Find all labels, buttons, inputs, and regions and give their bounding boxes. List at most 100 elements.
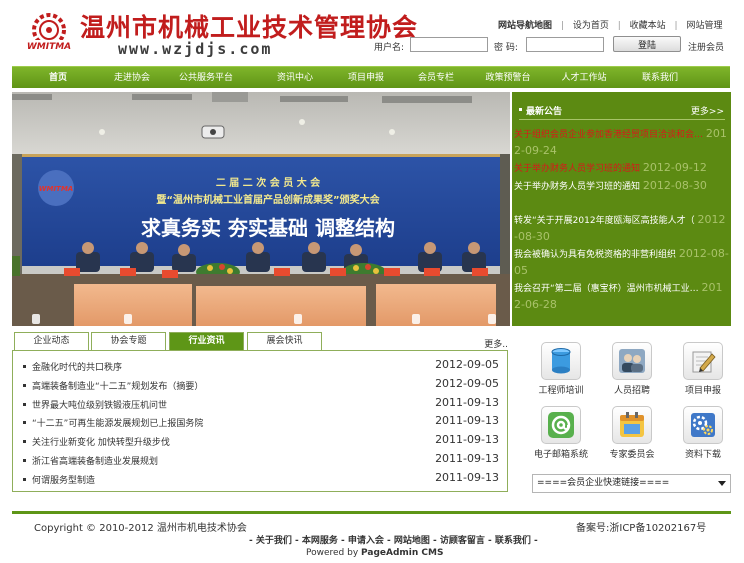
service-label: 工程师培训 (538, 386, 584, 396)
register-link[interactable]: 注册会员 (688, 40, 724, 53)
service-downloads[interactable]: 资料下载 (668, 406, 738, 460)
bullet-icon (23, 384, 26, 387)
select-value: ====会员企业快速链接==== (537, 478, 670, 488)
tab-company-news[interactable]: 企业动态 (14, 332, 89, 350)
list-item[interactable]: 高端装备制造业“十二五”规划发布（摘要） 2012-09-05 (23, 376, 503, 394)
nav-about[interactable]: 走进协会 (104, 67, 160, 88)
nav-policy-alert[interactable]: 政策预警台 (478, 67, 538, 88)
service-label: 资料下载 (684, 450, 721, 460)
banner-line1: 二 届 二 次 会 员 大 会 (216, 176, 320, 189)
nav-member-column[interactable]: 会员专栏 (394, 67, 478, 88)
password-label: 密 码: (494, 43, 518, 53)
password-input[interactable] (526, 37, 604, 52)
footer-divider (12, 511, 731, 514)
powered-by: Powered by PageAdmin CMS (306, 548, 443, 558)
announcement-date: 2012-09-12 (642, 161, 707, 174)
article-date: 2011-09-13 (435, 471, 499, 484)
service-recruitment[interactable]: 人员招聘 (597, 342, 667, 396)
set-homepage-link[interactable]: 设为首页 (573, 18, 609, 31)
icp-record[interactable]: 备案号:浙ICP备10202167号 (576, 519, 706, 534)
news-tabs: 企业动态 协会专题 行业资讯 展会快讯 更多.. (12, 332, 508, 350)
service-engineer-training[interactable]: 工程师培训 (526, 342, 596, 396)
announcement-title[interactable]: 转发“关于开展2012年度瓯海区高技能人才（ (514, 216, 695, 226)
banner-slogan: 求真务实 夯实基础 调整结构 (141, 216, 395, 240)
announcement-item[interactable]: 关于举办财务人员学习班的通知 2012-08-30 (514, 178, 729, 195)
nav-contact[interactable]: 联系我们 (630, 67, 690, 88)
article-title[interactable]: 世界最大吨位级别铁锻液压机问世 (32, 398, 167, 411)
article-title[interactable]: 金融化时代的共口秩序 (32, 360, 122, 373)
announcement-title[interactable]: 我会召开“第二届（惠宝杯）温州市机械工业… (514, 284, 699, 294)
service-label: 人员招聘 (613, 386, 650, 396)
article-date: 2011-09-13 (435, 433, 499, 446)
bullet-icon (23, 421, 26, 424)
member-quick-link-select[interactable]: ====会员企业快速链接==== (532, 474, 731, 493)
article-date: 2011-09-13 (435, 414, 499, 427)
latest-announcements: 最新公告 更多>> 关于组织会员企业参加香港经贸项目洽谈和会… 2012-09-… (512, 92, 731, 326)
people-icon (612, 342, 652, 380)
sitemap-link[interactable]: 网站导航地图 (498, 18, 552, 31)
tab-exhibition-news[interactable]: 展会快讯 (247, 332, 322, 350)
nav-public-service[interactable]: 公共服务平台 (160, 67, 252, 88)
banner-photo[interactable]: WMITMA 二 届 二 次 会 员 大 会 暨“温州市机械工业首届产品创新成果… (12, 92, 510, 326)
announcement-title[interactable]: 我会被确认为具有免税资格的非营利组织 (514, 250, 676, 260)
top-links: 网站导航地图 | 设为首页 | 收藏本站 | 网站管理 (498, 18, 722, 31)
article-title[interactable]: “十二五”可再生能源发展规划已上报国务院 (32, 416, 203, 429)
bullet-icon (23, 440, 26, 443)
article-title[interactable]: 浙江省高端装备制造业发展规划 (32, 454, 158, 467)
footer-links[interactable]: - 关于我们 - 本网服务 - 申请入会 - 网站地图 - 访顾客留言 - 联系… (249, 533, 538, 546)
announcement-item[interactable]: 我会召开“第二届（惠宝杯）温州市机械工业… 2012-06-28 (514, 280, 729, 314)
article-title[interactable]: 高端装备制造业“十二五”规划发布（摘要） (32, 379, 203, 392)
site-url: www.wzjdjs.com (118, 40, 273, 58)
site-logo[interactable]: WMITMA (24, 12, 74, 56)
nav-news-center[interactable]: 资讯中心 (252, 67, 338, 88)
bullet-icon (23, 403, 26, 406)
list-item[interactable]: 何谓服务型制造 2011-09-13 (23, 470, 503, 488)
list-item[interactable]: 世界最大吨位级别铁锻液压机问世 2011-09-13 (23, 395, 503, 413)
main-nav: 首页 走进协会 公共服务平台 资讯中心 项目申报 会员专栏 政策预警台 人才工作… (12, 66, 730, 88)
announcement-title[interactable]: 关于组织会员企业参加香港经贸项目洽谈和会… (514, 130, 703, 140)
site-title: 温州市机械工业技术管理协会 (80, 13, 419, 42)
nav-project-apply[interactable]: 项目申报 (338, 67, 394, 88)
tabs-more-link[interactable]: 更多.. (484, 337, 508, 350)
chevron-down-icon (718, 481, 726, 486)
service-project-apply[interactable]: 项目申报 (668, 342, 738, 396)
pen-icon (683, 342, 723, 380)
announcements-header: 最新公告 更多>> (512, 100, 731, 120)
announcement-title[interactable]: 关于举办财务人员学习班的通知 (514, 164, 640, 174)
announcement-item[interactable]: 关于举办财务人员学习班的通知 2012-09-12 (514, 160, 729, 177)
announcements-more-link[interactable]: 更多>> (691, 104, 724, 117)
list-item[interactable]: 浙江省高端装备制造业发展规划 2011-09-13 (23, 451, 503, 469)
article-list: 金融化时代的共口秩序 2012-09-05 高端装备制造业“十二五”规划发布（摘… (12, 350, 508, 492)
announcement-item[interactable]: 转发“关于开展2012年度瓯海区高技能人才（ 2012-08-30 (514, 212, 729, 246)
announcement-item[interactable]: 我会被确认为具有免税资格的非营利组织 2012-08-05 (514, 246, 729, 280)
article-title[interactable]: 何谓服务型制造 (32, 473, 95, 486)
divider (519, 119, 725, 120)
article-date: 2011-09-13 (435, 452, 499, 465)
site-admin-link[interactable]: 网站管理 (686, 18, 722, 31)
tab-association-topics[interactable]: 协会专题 (91, 332, 166, 350)
list-item[interactable]: “十二五”可再生能源发展规划已上报国务院 2011-09-13 (23, 413, 503, 431)
service-label: 电子邮箱系统 (533, 450, 588, 460)
tab-industry-news[interactable]: 行业资讯 (169, 332, 244, 350)
gears-icon (683, 406, 723, 444)
nav-home[interactable]: 首页 (12, 67, 104, 88)
announcement-item[interactable]: 关于组织会员企业参加香港经贸项目洽谈和会… 2012-09-24 (514, 126, 729, 160)
service-label: 项目申报 (684, 386, 721, 396)
bullet-icon (519, 108, 522, 111)
cms-link[interactable]: PageAdmin CMS (361, 548, 443, 558)
nav-talent-station[interactable]: 人才工作站 (538, 67, 630, 88)
bookmark-link[interactable]: 收藏本站 (630, 18, 666, 31)
list-item[interactable]: 关注行业新变化 加快转型升级步伐 2011-09-13 (23, 432, 503, 450)
banner-line2: 暨“温州市机械工业首届产品创新成果奖”颁奖大会 (156, 193, 379, 206)
service-email-system[interactable]: 电子邮箱系统 (526, 406, 596, 460)
article-date: 2012-09-05 (435, 377, 499, 390)
banner-logo-text: WMITMA (39, 185, 73, 193)
username-input[interactable] (410, 37, 488, 52)
powered-prefix: Powered by (306, 548, 362, 558)
login-button[interactable]: 登陆 (613, 36, 681, 52)
service-expert-committee[interactable]: 专家委员会 (597, 406, 667, 460)
article-title[interactable]: 关注行业新变化 加快转型升级步伐 (32, 435, 170, 448)
announcement-title[interactable]: 关于举办财务人员学习班的通知 (514, 182, 640, 192)
svg-text:WMITMA: WMITMA (27, 42, 71, 52)
list-item[interactable]: 金融化时代的共口秩序 2012-09-05 (23, 357, 503, 375)
